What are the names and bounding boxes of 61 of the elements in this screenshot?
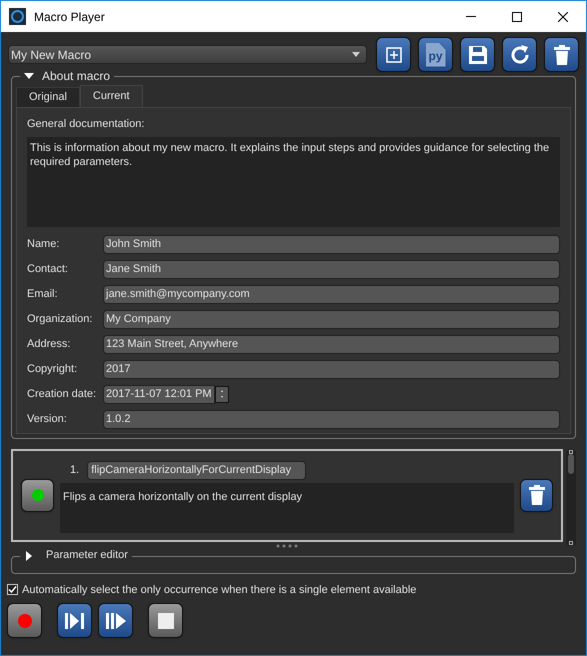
run-step-button[interactable] [21, 478, 54, 512]
add-button[interactable] [376, 37, 411, 72]
play-button[interactable] [98, 603, 133, 638]
stop-button[interactable] [148, 603, 183, 638]
maximize-icon [512, 12, 522, 22]
field-label: Creation date: [27, 386, 98, 402]
delete-button[interactable] [544, 37, 579, 72]
step-number: 1. [70, 463, 80, 478]
date-field[interactable]: 2017-11-07 12:01 PM [103, 384, 215, 404]
splitter-handle-icon[interactable] [276, 544, 298, 548]
python-file-icon: py [426, 42, 446, 66]
step-name-field[interactable]: flipCameraHorizontallyForCurrentDisplay [87, 461, 306, 480]
record-icon [18, 614, 32, 628]
add-icon [386, 46, 402, 62]
text-field[interactable]: 1.0.2 [103, 410, 560, 428]
field-label: Organization: [27, 312, 94, 327]
checkbox-label: Automatically select the only occurrence when there is a single element available [22, 582, 416, 598]
play-icon [104, 612, 126, 630]
trash-icon [528, 485, 546, 505]
python-button[interactable]: py [418, 37, 453, 72]
dropdown-arrow-icon [352, 52, 360, 57]
app-logo-icon [9, 8, 26, 25]
delete-step-button[interactable] [520, 478, 553, 512]
field-label: Version: [27, 412, 68, 427]
text-field[interactable]: 2017 [103, 360, 560, 378]
minimize-icon [466, 16, 476, 17]
stop-icon [158, 612, 174, 628]
reload-button[interactable] [502, 37, 537, 72]
macro-dropdown[interactable]: My New Macro [8, 45, 367, 64]
field-label: Name: [27, 236, 60, 252]
step-button[interactable] [57, 603, 92, 638]
date-spin-buttons[interactable] [214, 386, 229, 402]
close-icon [558, 12, 568, 22]
check-icon [8, 585, 17, 594]
collapse-arrow-icon[interactable] [24, 71, 34, 81]
documentation-text[interactable]: This is information about my new macro. It explains the input steps and provides guidance for selecting the required parameters. [27, 136, 560, 226]
step-card[interactable]: 1. flipCameraHorizontallyForCurrentDisplay Flips a camera horizontally on the current display [11, 448, 563, 542]
text-field[interactable]: Jane Smith [103, 260, 560, 278]
save-button[interactable] [460, 37, 495, 72]
text-field[interactable]: My Company [103, 310, 560, 328]
section-title: Parameter editor [46, 548, 128, 564]
tab[interactable]: Current [80, 85, 143, 107]
window-title: Macro Player [34, 8, 105, 26]
record-button[interactable] [7, 603, 42, 638]
trash-icon [552, 44, 570, 64]
scrollbar[interactable] [566, 448, 576, 546]
documentation-label: General documentation: [27, 117, 146, 132]
field-label: Address: [27, 336, 72, 352]
save-icon [466, 44, 488, 66]
field-label: Email: [27, 286, 59, 302]
field-label: Copyright: [27, 362, 78, 377]
checkbox[interactable] [7, 584, 18, 596]
tab[interactable]: Original [16, 87, 80, 107]
step-description[interactable]: Flips a camera horizontally on the current display [60, 483, 514, 533]
field-label: Contact: [27, 262, 69, 277]
text-field[interactable]: jane.smith@mycompany.com [103, 284, 560, 304]
expand-arrow-icon[interactable] [24, 550, 34, 560]
text-field[interactable]: John Smith [103, 234, 560, 254]
step-icon [64, 612, 86, 630]
section-title: About macro [42, 68, 110, 85]
text-field[interactable]: 123 Main Street, Anywhere [103, 334, 560, 354]
